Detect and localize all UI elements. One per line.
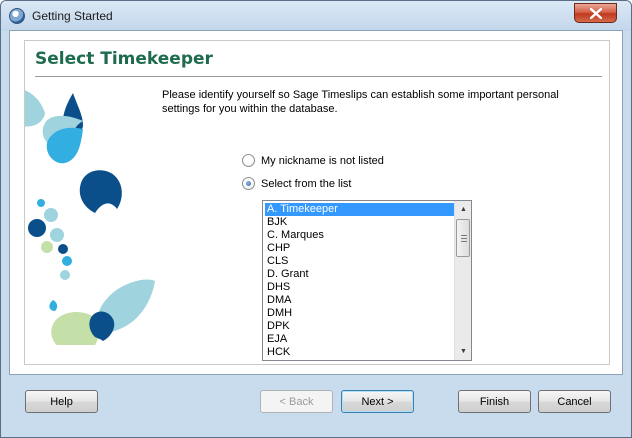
timekeeper-list-item[interactable]: DHS [265, 281, 454, 294]
decorative-droplets-art [25, 90, 155, 345]
getting-started-window: Getting Started Select Timekeeper Please… [0, 0, 632, 438]
art-droplet [49, 300, 58, 311]
page-description: Please identify yourself so Sage Timesli… [162, 89, 559, 115]
timekeeper-list-item[interactable]: DMH [265, 307, 454, 320]
timekeeper-list-item[interactable]: D. Grant [265, 268, 454, 281]
art-droplet [28, 219, 46, 237]
select-from-list-radio[interactable] [242, 177, 255, 190]
art-droplet [25, 90, 45, 127]
timekeeper-list-item[interactable]: C. Marques [265, 229, 454, 242]
timekeeper-list-item[interactable]: CHP [265, 242, 454, 255]
wizard-page-frame: Select Timekeeper Please identify yourse… [24, 40, 610, 365]
timekeeper-list-item[interactable]: CLS [265, 255, 454, 268]
art-droplet [44, 208, 58, 222]
grip-line [461, 241, 467, 242]
timekeeper-list-item[interactable]: BJK [265, 216, 454, 229]
title-bar[interactable]: Getting Started [1, 1, 631, 31]
window-title: Getting Started [32, 9, 113, 23]
art-droplet [62, 256, 72, 266]
art-droplet [41, 241, 53, 253]
timekeeper-listbox[interactable]: A. Timekeeper BJK C. Marques CHP CLS D. Grant… [262, 200, 472, 361]
timekeeper-list-item[interactable]: HCK [265, 346, 454, 359]
listbox-scrollbar[interactable]: ▲ ▼ [454, 201, 471, 360]
app-icon [9, 8, 25, 24]
art-droplet [60, 270, 70, 280]
back-button[interactable]: < Back [260, 390, 333, 413]
grip-line [461, 238, 467, 239]
timekeeper-list: A. Timekeeper BJK C. Marques CHP CLS D. Grant… [265, 203, 454, 359]
scroll-up-arrow-icon[interactable]: ▲ [455, 201, 472, 218]
nickname-not-listed-option[interactable]: My nickname is not listed [242, 154, 384, 167]
art-droplet [37, 199, 45, 207]
select-from-list-label: Select from the list [261, 177, 352, 190]
nickname-not-listed-label: My nickname is not listed [261, 154, 384, 167]
timekeeper-list-item[interactable]: DPK [265, 320, 454, 333]
select-from-list-option[interactable]: Select from the list [242, 177, 351, 190]
nickname-not-listed-radio[interactable] [242, 154, 255, 167]
close-button[interactable] [574, 3, 617, 23]
timekeeper-list-item[interactable]: A. Timekeeper [265, 203, 454, 216]
next-button[interactable]: Next > [341, 390, 414, 413]
art-droplet [79, 170, 122, 213]
grip-line [461, 235, 467, 236]
close-icon [589, 7, 602, 19]
finish-button[interactable]: Finish [458, 390, 531, 413]
wizard-content: Select Timekeeper Please identify yourse… [9, 30, 623, 375]
scroll-down-arrow-icon[interactable]: ▼ [455, 343, 472, 360]
art-droplet [50, 228, 64, 242]
timekeeper-list-item[interactable]: DMA [265, 294, 454, 307]
title-divider [35, 76, 602, 77]
page-title: Select Timekeeper [35, 49, 213, 69]
help-button[interactable]: Help [25, 390, 98, 413]
timekeeper-list-item[interactable]: EJA [265, 333, 454, 346]
art-droplet [58, 244, 68, 254]
cancel-button[interactable]: Cancel [538, 390, 611, 413]
scroll-thumb[interactable] [456, 219, 470, 257]
